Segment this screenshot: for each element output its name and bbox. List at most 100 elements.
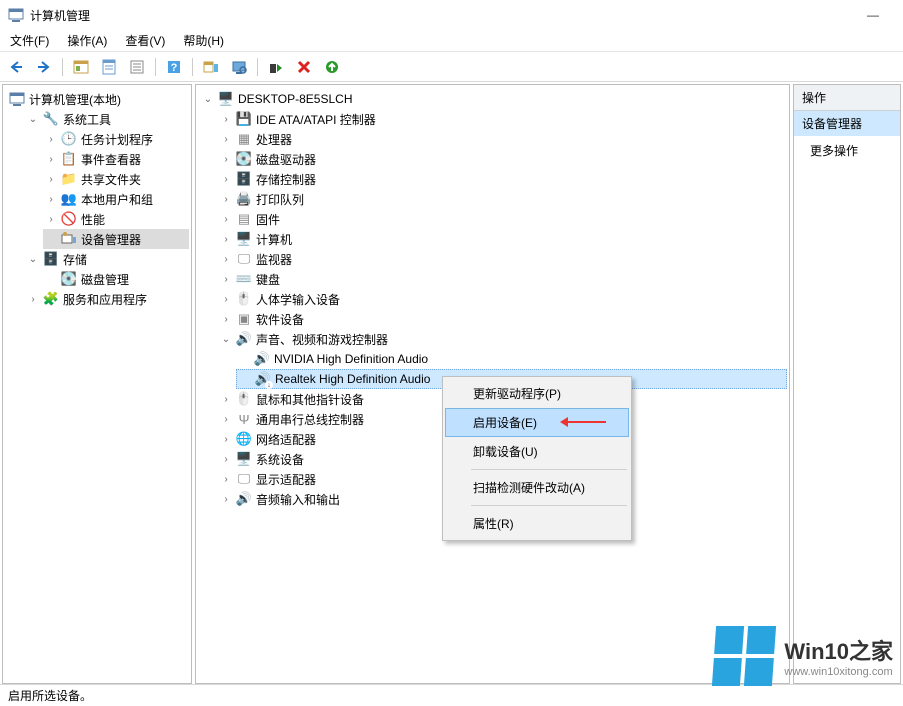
storage-icon: 🗄️	[43, 251, 59, 267]
cat-storage-controller[interactable]: ›🗄️存储控制器	[218, 169, 787, 189]
tools-icon: 🔧	[43, 111, 59, 127]
expand-collapse-icon[interactable]: ⌄	[220, 333, 232, 345]
network-icon: 🌐	[236, 431, 252, 447]
menu-help[interactable]: 帮助(H)	[179, 30, 228, 51]
export-list-button[interactable]	[125, 55, 149, 79]
expand-collapse-icon[interactable]: ⌄	[202, 93, 214, 105]
enable-device-button[interactable]	[264, 55, 288, 79]
expand-icon[interactable]: ›	[45, 193, 57, 205]
show-hide-tree-button[interactable]	[69, 55, 93, 79]
expand-icon[interactable]: ›	[220, 473, 232, 485]
software-devices-icon: ▣	[236, 311, 252, 327]
tree-performance[interactable]: ›🚫性能	[43, 209, 189, 229]
audio-device-icon: 🔊	[254, 351, 270, 367]
cat-ide[interactable]: ›💾IDE ATA/ATAPI 控制器	[218, 109, 787, 129]
ctx-enable-device[interactable]: 启用设备(E)	[445, 408, 629, 437]
view-devices-button[interactable]	[199, 55, 223, 79]
update-driver-button[interactable]	[320, 55, 344, 79]
expand-icon[interactable]: ›	[220, 213, 232, 225]
tree-label: 键盘	[256, 271, 280, 288]
actions-selected-node[interactable]: 设备管理器	[794, 111, 900, 136]
expand-icon[interactable]: ›	[220, 133, 232, 145]
tree-label: 打印队列	[256, 191, 304, 208]
expand-collapse-icon[interactable]: ⌄	[27, 113, 39, 125]
device-root[interactable]: ⌄ 🖥️ DESKTOP-8E5SLCH	[200, 89, 787, 109]
menu-file[interactable]: 文件(F)	[6, 30, 53, 51]
tree-label: 软件设备	[256, 311, 304, 328]
tree-event-viewer[interactable]: ›📋事件查看器	[43, 149, 189, 169]
dev-nvidia-hda[interactable]: ·🔊NVIDIA High Definition Audio	[236, 349, 787, 369]
tree-disk-management[interactable]: ·💽磁盘管理	[43, 269, 189, 289]
actions-header: 操作	[794, 85, 900, 111]
expand-icon[interactable]: ›	[220, 313, 232, 325]
cat-sound[interactable]: ⌄🔊声音、视频和游戏控制器	[218, 329, 787, 349]
cat-cpu[interactable]: ›▦处理器	[218, 129, 787, 149]
cat-computer[interactable]: ›🖥️计算机	[218, 229, 787, 249]
expand-icon[interactable]: ›	[45, 133, 57, 145]
actions-panel: 操作 设备管理器 更多操作	[793, 84, 901, 684]
task-scheduler-icon: 🕒	[61, 131, 77, 147]
tree-root-computer-management[interactable]: 计算机管理(本地)	[7, 89, 189, 109]
ctx-scan-hardware[interactable]: 扫描检测硬件改动(A)	[445, 473, 629, 502]
tree-device-manager[interactable]: ·设备管理器	[43, 229, 189, 249]
expand-icon[interactable]: ›	[220, 413, 232, 425]
ctx-separator	[471, 469, 627, 470]
main-area: 计算机管理(本地) ⌄ 🔧 系统工具 ›🕒任务计划程序 ›📋事件查看器 ›📁共享…	[0, 82, 903, 684]
ctx-label: 扫描检测硬件改动(A)	[473, 481, 585, 495]
keyboard-icon: ⌨️	[236, 271, 252, 287]
tree-label: 存储	[63, 251, 87, 268]
properties-button[interactable]	[97, 55, 121, 79]
tree-shared-folders[interactable]: ›📁共享文件夹	[43, 169, 189, 189]
services-icon: 🧩	[43, 291, 59, 307]
tree-storage[interactable]: ⌄ 🗄️ 存储	[25, 249, 189, 269]
minimize-button[interactable]: —	[851, 0, 895, 30]
expand-icon[interactable]: ›	[220, 153, 232, 165]
tree-services-apps[interactable]: › 🧩 服务和应用程序	[25, 289, 189, 309]
expand-icon[interactable]: ›	[220, 293, 232, 305]
ctx-update-driver[interactable]: 更新驱动程序(P)	[445, 379, 629, 408]
ctx-uninstall-device[interactable]: 卸载设备(U)	[445, 437, 629, 466]
expand-icon[interactable]: ›	[220, 433, 232, 445]
expand-icon[interactable]: ›	[45, 153, 57, 165]
cat-software-devices[interactable]: › ▣软件设备	[218, 309, 787, 329]
tree-system-tools[interactable]: ⌄ 🔧 系统工具	[25, 109, 189, 129]
expand-collapse-icon[interactable]: ⌄	[27, 253, 39, 265]
back-button[interactable]	[4, 55, 28, 79]
menu-action[interactable]: 操作(A)	[63, 30, 111, 51]
storage-controller-icon: 🗄️	[236, 171, 252, 187]
cat-keyboard[interactable]: › ⌨️键盘	[218, 269, 787, 289]
expand-icon[interactable]: ›	[27, 293, 39, 305]
expand-icon[interactable]: ›	[220, 453, 232, 465]
forward-button[interactable]	[32, 55, 56, 79]
status-text: 启用所选设备。	[8, 687, 92, 704]
actions-more[interactable]: 更多操作	[794, 136, 900, 165]
expand-icon[interactable]: ›	[220, 113, 232, 125]
expand-icon[interactable]: ›	[220, 393, 232, 405]
expand-icon[interactable]: ›	[45, 213, 57, 225]
ctx-properties[interactable]: 属性(R)	[445, 509, 629, 538]
hid-icon: 🖱️	[236, 291, 252, 307]
menu-view[interactable]: 查看(V)	[121, 30, 169, 51]
cat-hid[interactable]: ›🖱️人体学输入设备	[218, 289, 787, 309]
expand-icon[interactable]: ›	[220, 493, 232, 505]
expand-icon[interactable]: ›	[220, 193, 232, 205]
tree-label: 计算机	[256, 231, 292, 248]
expand-icon[interactable]: ›	[220, 273, 232, 285]
scan-hardware-button[interactable]	[227, 55, 251, 79]
cat-print-queue[interactable]: ›🖨️打印队列	[218, 189, 787, 209]
uninstall-device-button[interactable]	[292, 55, 316, 79]
computer-icon: 🖥️	[218, 91, 234, 107]
expand-icon[interactable]: ›	[220, 173, 232, 185]
tree-local-users[interactable]: ›👥本地用户和组	[43, 189, 189, 209]
cat-firmware[interactable]: ›▤固件	[218, 209, 787, 229]
cat-disk[interactable]: ›💽磁盘驱动器	[218, 149, 787, 169]
usb-icon: Ψ	[236, 411, 252, 427]
cat-monitor[interactable]: ›🖵监视器	[218, 249, 787, 269]
expand-icon[interactable]: ›	[220, 253, 232, 265]
tree-label: 系统工具	[63, 111, 111, 128]
tree-task-scheduler[interactable]: ›🕒任务计划程序	[43, 129, 189, 149]
help-button[interactable]: ?	[162, 55, 186, 79]
expand-icon[interactable]: ›	[45, 173, 57, 185]
expand-icon[interactable]: ›	[220, 233, 232, 245]
tree-label: 本地用户和组	[81, 191, 153, 208]
